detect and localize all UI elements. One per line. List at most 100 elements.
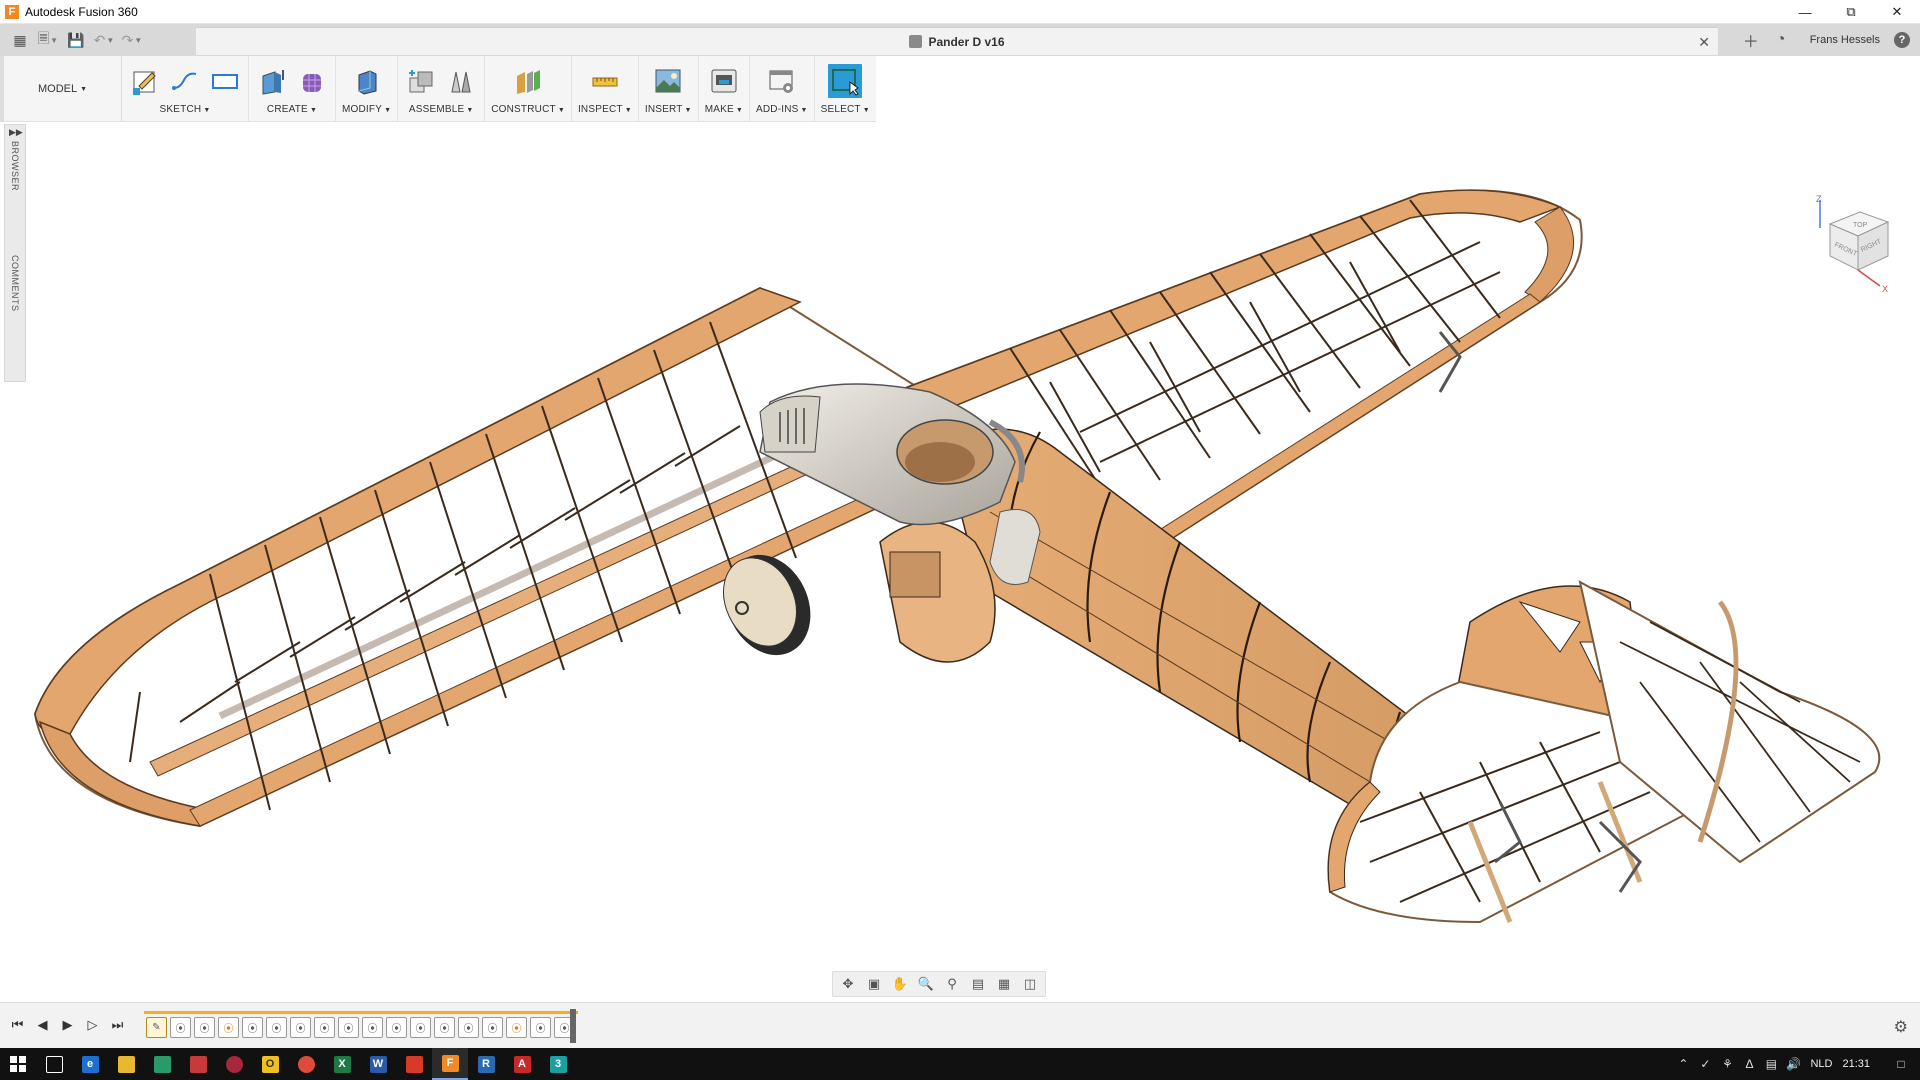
- tray-shield-icon[interactable]: ⚘: [1716, 1048, 1738, 1080]
- file-explorer-icon[interactable]: [108, 1048, 144, 1080]
- app-yellow-icon[interactable]: O: [252, 1048, 288, 1080]
- new-tab-icon[interactable]: ＋: [1736, 24, 1766, 56]
- timeline-feature[interactable]: ⦿: [218, 1017, 239, 1038]
- create-menu[interactable]: CREATE ▼: [267, 104, 317, 115]
- display-settings-icon[interactable]: ▤: [967, 974, 989, 994]
- timeline-feature[interactable]: ⦿: [482, 1017, 503, 1038]
- go-to-start-icon[interactable]: ⏮: [8, 1015, 27, 1035]
- press-pull-icon[interactable]: [350, 64, 384, 98]
- network-icon[interactable]: ▤: [1760, 1048, 1782, 1080]
- chrome-icon[interactable]: [288, 1048, 324, 1080]
- restore-button[interactable]: ⧉: [1828, 0, 1874, 24]
- timeline-feature[interactable]: ⦿: [242, 1017, 263, 1038]
- taskbar-clock[interactable]: 21:31: [1842, 1058, 1870, 1070]
- autocad-icon[interactable]: A: [504, 1048, 540, 1080]
- tray-expand-icon[interactable]: ⌃: [1672, 1048, 1694, 1080]
- revit-icon[interactable]: R: [468, 1048, 504, 1080]
- extrude-icon[interactable]: [255, 64, 289, 98]
- close-tab-icon[interactable]: ✕: [1698, 34, 1710, 51]
- canvas-viewport[interactable]: TOP FRONT RIGHT Z X: [0, 122, 1920, 1000]
- timeline-feature[interactable]: ⦿: [410, 1017, 431, 1038]
- insert-image-icon[interactable]: [651, 64, 685, 98]
- joint-icon[interactable]: [444, 64, 478, 98]
- notifications-icon[interactable]: □: [1890, 1048, 1912, 1080]
- viewports-icon[interactable]: ◫: [1019, 974, 1041, 994]
- app-pdf-icon[interactable]: [396, 1048, 432, 1080]
- excel-icon[interactable]: X: [324, 1048, 360, 1080]
- zoom-icon[interactable]: 🔍: [915, 974, 937, 994]
- tray-autodesk-icon[interactable]: Δ: [1738, 1048, 1760, 1080]
- comments-label[interactable]: COMMENTS: [10, 255, 20, 312]
- browser-panel-collapsed[interactable]: ▶▶ BROWSER COMMENTS: [4, 124, 26, 382]
- form-icon[interactable]: [295, 64, 329, 98]
- app-red-icon[interactable]: [180, 1048, 216, 1080]
- timeline-feature[interactable]: ⦿: [530, 1017, 551, 1038]
- pan-icon[interactable]: ✋: [889, 974, 911, 994]
- make-menu[interactable]: MAKE ▼: [705, 104, 743, 115]
- go-to-end-icon[interactable]: ⏭: [108, 1015, 127, 1035]
- scripts-icon[interactable]: [765, 64, 799, 98]
- browser-label[interactable]: BROWSER: [10, 141, 20, 191]
- save-icon[interactable]: 💾: [64, 26, 88, 54]
- insert-menu[interactable]: INSERT ▼: [645, 104, 692, 115]
- close-button[interactable]: ✕: [1874, 0, 1920, 24]
- 3d-print-icon[interactable]: [707, 64, 741, 98]
- expand-panel-icon[interactable]: ▶▶: [9, 127, 23, 138]
- rectangle-tool-icon[interactable]: [208, 64, 242, 98]
- measure-icon[interactable]: [588, 64, 622, 98]
- offset-plane-icon[interactable]: [511, 64, 545, 98]
- file-menu-button[interactable]: 🗏 ▼: [36, 26, 60, 54]
- line-tool-icon[interactable]: [168, 64, 202, 98]
- app-teal-icon[interactable]: 3: [540, 1048, 576, 1080]
- grid-settings-icon[interactable]: ▦: [993, 974, 1015, 994]
- step-back-icon[interactable]: ◀: [33, 1015, 52, 1035]
- new-component-icon[interactable]: [404, 64, 438, 98]
- word-icon[interactable]: W: [360, 1048, 396, 1080]
- volume-icon[interactable]: 🔊: [1782, 1048, 1804, 1080]
- fusion-360-taskbar-icon[interactable]: F: [432, 1048, 468, 1080]
- timeline-feature[interactable]: ⦿: [266, 1017, 287, 1038]
- document-tab[interactable]: Pander D v16 ✕: [196, 27, 1718, 55]
- timeline-settings-icon[interactable]: ⚙: [1894, 1017, 1908, 1037]
- timeline-feature[interactable]: ⦿: [506, 1017, 527, 1038]
- modify-menu[interactable]: MODIFY ▼: [342, 104, 391, 115]
- construct-menu[interactable]: CONSTRUCT ▼: [491, 104, 565, 115]
- select-icon[interactable]: [828, 64, 863, 98]
- app-green-icon[interactable]: [144, 1048, 180, 1080]
- timeline-marker[interactable]: [570, 1009, 576, 1043]
- timeline-feature[interactable]: ⦿: [338, 1017, 359, 1038]
- sketch-menu[interactable]: SKETCH ▼: [160, 104, 211, 115]
- timeline-feature[interactable]: ⦿: [290, 1017, 311, 1038]
- look-at-icon[interactable]: ▣: [863, 974, 885, 994]
- assemble-menu[interactable]: ASSEMBLE ▼: [409, 104, 474, 115]
- play-icon[interactable]: ▶: [58, 1015, 77, 1035]
- fit-icon[interactable]: ⚲: [941, 974, 963, 994]
- data-panel-grid-icon[interactable]: ▦: [8, 26, 32, 54]
- user-account-name[interactable]: Frans Hessels: [1810, 34, 1880, 46]
- task-view-icon[interactable]: [36, 1048, 72, 1080]
- workspace-switcher[interactable]: MODEL ▼: [0, 56, 122, 122]
- tray-app-icon[interactable]: ✓: [1694, 1048, 1716, 1080]
- job-status-icon[interactable]: ◔: [1766, 24, 1796, 56]
- help-icon[interactable]: ?: [1894, 32, 1910, 48]
- timeline-sketch-feature[interactable]: ✎: [146, 1017, 167, 1038]
- timeline-track[interactable]: ✎ ⦿ ⦿ ⦿ ⦿ ⦿ ⦿ ⦿ ⦿ ⦿ ⦿ ⦿ ⦿ ⦿ ⦿ ⦿ ⦿ ⦿: [144, 1011, 578, 1041]
- timeline-feature[interactable]: ⦿: [362, 1017, 383, 1038]
- app-circle-icon[interactable]: [216, 1048, 252, 1080]
- create-sketch-icon[interactable]: [128, 64, 162, 98]
- timeline-feature[interactable]: ⦿: [194, 1017, 215, 1038]
- viewcube-icon[interactable]: TOP FRONT RIGHT Z X: [1810, 194, 1900, 294]
- timeline-feature[interactable]: ⦿: [434, 1017, 455, 1038]
- undo-button[interactable]: ↶ ▼: [92, 26, 116, 54]
- timeline-feature[interactable]: ⦿: [458, 1017, 479, 1038]
- timeline-feature[interactable]: ⦿: [386, 1017, 407, 1038]
- redo-button[interactable]: ↷ ▼: [120, 26, 144, 54]
- orbit-icon[interactable]: ✥: [837, 974, 859, 994]
- add-ins-menu[interactable]: ADD-INS ▼: [756, 104, 808, 115]
- input-language[interactable]: NLD: [1810, 1058, 1832, 1070]
- minimize-button[interactable]: —: [1782, 0, 1828, 24]
- step-forward-icon[interactable]: ▷: [83, 1015, 102, 1035]
- timeline-feature[interactable]: ⦿: [170, 1017, 191, 1038]
- start-icon[interactable]: [0, 1048, 36, 1080]
- inspect-menu[interactable]: INSPECT ▼: [578, 104, 632, 115]
